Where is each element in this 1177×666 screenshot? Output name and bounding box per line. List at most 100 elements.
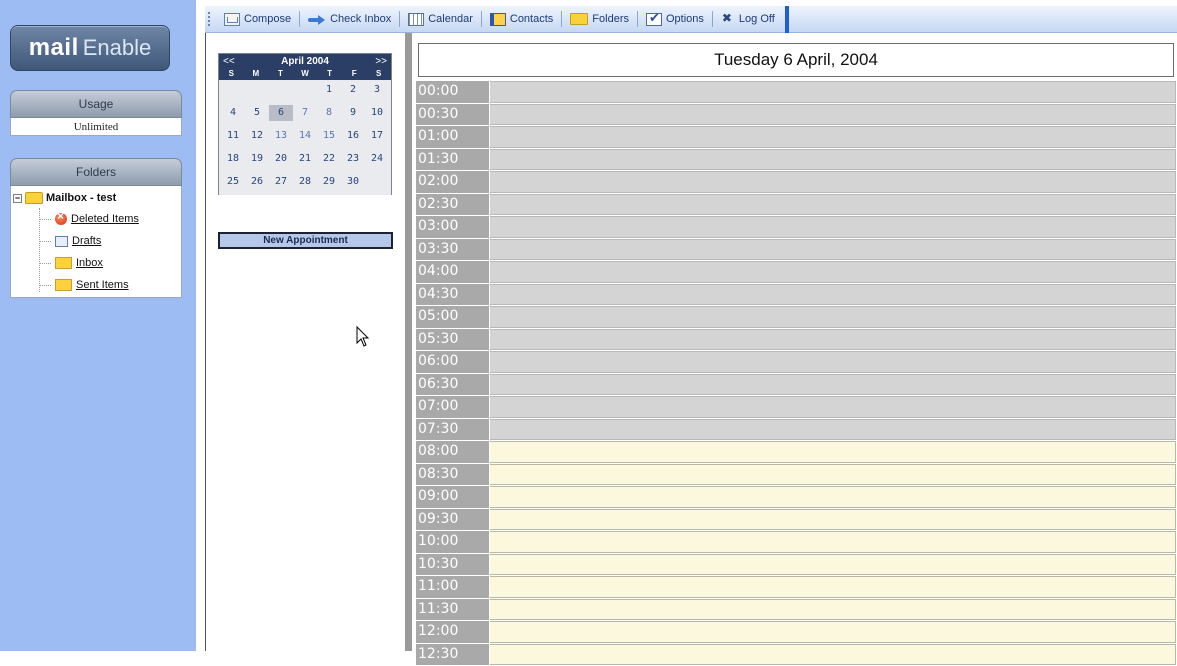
day-of-week-label: T bbox=[268, 69, 293, 80]
folder-link-drafts[interactable]: Drafts bbox=[72, 235, 101, 247]
calendar-day[interactable]: 29 bbox=[317, 174, 341, 190]
folder-link-deleted-items[interactable]: Deleted Items bbox=[71, 213, 139, 225]
time-slot-cell[interactable] bbox=[490, 351, 1176, 373]
calendar-day[interactable]: 23 bbox=[341, 151, 365, 167]
time-slot-row: 10:00 bbox=[416, 531, 1176, 554]
calendar-day[interactable]: 25 bbox=[221, 174, 245, 190]
calendar-day[interactable]: 24 bbox=[365, 151, 389, 167]
time-slot-cell[interactable] bbox=[490, 171, 1176, 193]
toolbar-separator bbox=[481, 11, 482, 27]
mailbox-root[interactable]: − Mailbox - test bbox=[13, 192, 116, 204]
calendar-label: Calendar bbox=[428, 13, 473, 25]
time-slot-cell[interactable] bbox=[490, 239, 1176, 261]
calendar-day[interactable]: 28 bbox=[293, 174, 317, 190]
folder-item-drafts[interactable]: Drafts bbox=[39, 235, 101, 247]
time-slot-cell[interactable] bbox=[490, 599, 1176, 621]
calendar-day[interactable]: 18 bbox=[221, 151, 245, 167]
compose-button[interactable]: Compose bbox=[218, 13, 297, 26]
calendar-day[interactable]: 20 bbox=[269, 151, 293, 167]
time-slot-cell[interactable] bbox=[490, 396, 1176, 418]
check-inbox-icon bbox=[308, 13, 326, 26]
options-button[interactable]: Options bbox=[640, 13, 710, 26]
calendar-button[interactable]: Calendar bbox=[402, 13, 479, 26]
calendar-day[interactable]: 22 bbox=[317, 151, 341, 167]
time-slot-cell[interactable] bbox=[490, 441, 1176, 463]
folder-link-inbox[interactable]: Inbox bbox=[76, 257, 103, 269]
day-of-week-label: W bbox=[293, 69, 318, 80]
time-slot-row: 09:30 bbox=[416, 509, 1176, 532]
folder-item-deleted-items[interactable]: Deleted Items bbox=[39, 213, 139, 225]
calendar-day[interactable]: 12 bbox=[245, 128, 269, 144]
time-slot-cell[interactable] bbox=[490, 149, 1176, 171]
time-slot-cell[interactable] bbox=[490, 374, 1176, 396]
calendar-day[interactable]: 6 bbox=[269, 105, 293, 121]
calendar-day[interactable]: 27 bbox=[269, 174, 293, 190]
time-slot-cell[interactable] bbox=[490, 194, 1176, 216]
time-slot-row: 11:00 bbox=[416, 576, 1176, 599]
log-off-button[interactable]: Log Off bbox=[715, 13, 781, 26]
calendar-day[interactable]: 26 bbox=[245, 174, 269, 190]
calendar-day[interactable]: 13 bbox=[269, 128, 293, 144]
folder-item-sent-items[interactable]: Sent Items bbox=[39, 279, 129, 291]
toolbar-grip[interactable] bbox=[208, 12, 212, 26]
day-of-week-label: S bbox=[219, 69, 244, 80]
time-slot-cell[interactable] bbox=[490, 261, 1176, 283]
calendar-day[interactable]: 4 bbox=[221, 105, 245, 121]
inbox-folder-icon bbox=[55, 257, 72, 269]
calendar-day[interactable]: 9 bbox=[341, 105, 365, 121]
collapse-toggle-icon[interactable]: − bbox=[13, 194, 22, 203]
calendar-day[interactable]: 16 bbox=[341, 128, 365, 144]
calendar-day[interactable]: 19 bbox=[245, 151, 269, 167]
usage-value: Unlimited bbox=[10, 118, 182, 136]
folder-item-inbox[interactable]: Inbox bbox=[39, 257, 103, 269]
calendar-day[interactable]: 5 bbox=[245, 105, 269, 121]
calendar-day[interactable]: 3 bbox=[365, 82, 389, 98]
previous-month-button[interactable]: << bbox=[223, 56, 235, 67]
calendar-day[interactable]: 14 bbox=[293, 128, 317, 144]
calendar-day[interactable]: 10 bbox=[365, 105, 389, 121]
calendar-day[interactable]: 21 bbox=[293, 151, 317, 167]
calendar-day[interactable]: 17 bbox=[365, 128, 389, 144]
time-slot-cell[interactable] bbox=[490, 486, 1176, 508]
next-month-button[interactable]: >> bbox=[375, 56, 387, 67]
time-slot-cell[interactable] bbox=[490, 621, 1176, 643]
time-slot-row: 00:00 bbox=[416, 81, 1176, 104]
calendar-day[interactable]: 30 bbox=[341, 174, 365, 190]
calendar-day[interactable]: 8 bbox=[317, 105, 341, 121]
time-slot-row: 07:30 bbox=[416, 419, 1176, 442]
calendar-day[interactable]: 7 bbox=[293, 105, 317, 121]
new-appointment-button[interactable]: New Appointment bbox=[218, 232, 393, 249]
time-slot-cell[interactable] bbox=[490, 126, 1176, 148]
folder-link-sent-items[interactable]: Sent Items bbox=[76, 279, 129, 291]
calendar-day[interactable]: 1 bbox=[317, 82, 341, 98]
time-slot-label: 07:30 bbox=[416, 419, 490, 441]
time-slot-row: 02:00 bbox=[416, 171, 1176, 194]
time-slot-label: 04:30 bbox=[416, 284, 490, 306]
check-inbox-button[interactable]: Check Inbox bbox=[302, 13, 397, 26]
time-slot-cell[interactable] bbox=[490, 554, 1176, 576]
time-slot-cell[interactable] bbox=[490, 284, 1176, 306]
day-of-week-label: F bbox=[342, 69, 367, 80]
time-slot-cell[interactable] bbox=[490, 464, 1176, 486]
options-label: Options bbox=[666, 13, 704, 25]
time-slot-cell[interactable] bbox=[490, 306, 1176, 328]
time-slot-cell[interactable] bbox=[490, 104, 1176, 126]
calendar-day[interactable]: 15 bbox=[317, 128, 341, 144]
time-slot-cell[interactable] bbox=[490, 576, 1176, 598]
mini-calendar-days: 1234567891011121314151617181920212223242… bbox=[219, 80, 391, 195]
time-slot-cell[interactable] bbox=[490, 329, 1176, 351]
contacts-button[interactable]: Contacts bbox=[484, 13, 559, 26]
calendar-day[interactable]: 2 bbox=[341, 82, 365, 98]
time-slot-row: 03:30 bbox=[416, 239, 1176, 262]
time-slot-cell[interactable] bbox=[490, 419, 1176, 441]
time-slot-label: 06:00 bbox=[416, 351, 490, 373]
time-slot-cell[interactable] bbox=[490, 81, 1176, 103]
time-slot-cell[interactable] bbox=[490, 509, 1176, 531]
time-slot-cell[interactable] bbox=[490, 216, 1176, 238]
calendar-day[interactable]: 11 bbox=[221, 128, 245, 144]
time-slot-label: 05:00 bbox=[416, 306, 490, 328]
time-slot-cell[interactable] bbox=[490, 531, 1176, 553]
time-slot-cell[interactable] bbox=[490, 644, 1176, 666]
panel-divider[interactable] bbox=[405, 33, 412, 651]
folders-button[interactable]: Folders bbox=[564, 13, 635, 25]
